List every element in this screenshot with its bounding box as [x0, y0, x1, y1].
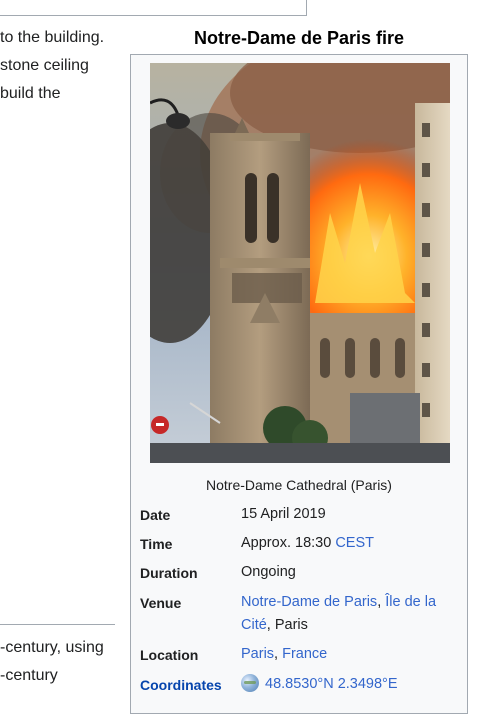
- fire-photo[interactable]: [150, 63, 450, 463]
- previous-infobox-edge: [0, 0, 307, 16]
- link-cest[interactable]: CEST: [335, 535, 374, 551]
- label-coordinates[interactable]: Coordinates: [140, 675, 222, 695]
- infobox-title: Notre-Dame de Paris fire: [193, 28, 405, 48]
- label-venue: Venue: [140, 595, 182, 611]
- value-coordinates: 48.8530°N 2.3498°E: [241, 673, 463, 696]
- link-cite[interactable]: Cité: [241, 617, 267, 633]
- article-text-line: -century: [0, 667, 58, 684]
- article-text-line: -century, using: [0, 639, 104, 656]
- article-text-line: stone ceiling: [0, 57, 89, 74]
- section-divider: [0, 624, 115, 625]
- venue-suffix: , Paris: [266, 617, 308, 633]
- value-duration: Ongoing: [241, 564, 296, 580]
- image-caption: Notre-Dame Cathedral (Paris): [206, 477, 392, 493]
- value-time: Approx. 18:30 CEST: [241, 532, 463, 555]
- label-time: Time: [140, 536, 173, 552]
- link-paris[interactable]: Paris: [241, 646, 274, 662]
- value-venue: Notre-Dame de Paris, Île de la Cité, Pari…: [241, 591, 463, 637]
- value-location: Paris, France: [241, 643, 463, 666]
- article-text-line: build the: [0, 85, 61, 102]
- globe-icon[interactable]: [241, 674, 259, 692]
- article-text-line: to the building.: [0, 29, 105, 46]
- link-france[interactable]: France: [282, 646, 327, 662]
- location-separator: ,: [274, 646, 283, 662]
- link-ile-de-la[interactable]: Île de la: [385, 594, 436, 610]
- value-date: 15 April 2019: [241, 506, 326, 522]
- label-duration: Duration: [140, 565, 198, 581]
- label-location: Location: [140, 647, 199, 663]
- label-date: Date: [140, 507, 171, 523]
- time-text: Approx. 18:30: [241, 535, 336, 551]
- link-notre-dame[interactable]: Notre-Dame de Paris: [241, 594, 377, 610]
- link-coordinates[interactable]: 48.8530°N 2.3498°E: [265, 676, 398, 692]
- fire-photo-illustration: [150, 63, 450, 463]
